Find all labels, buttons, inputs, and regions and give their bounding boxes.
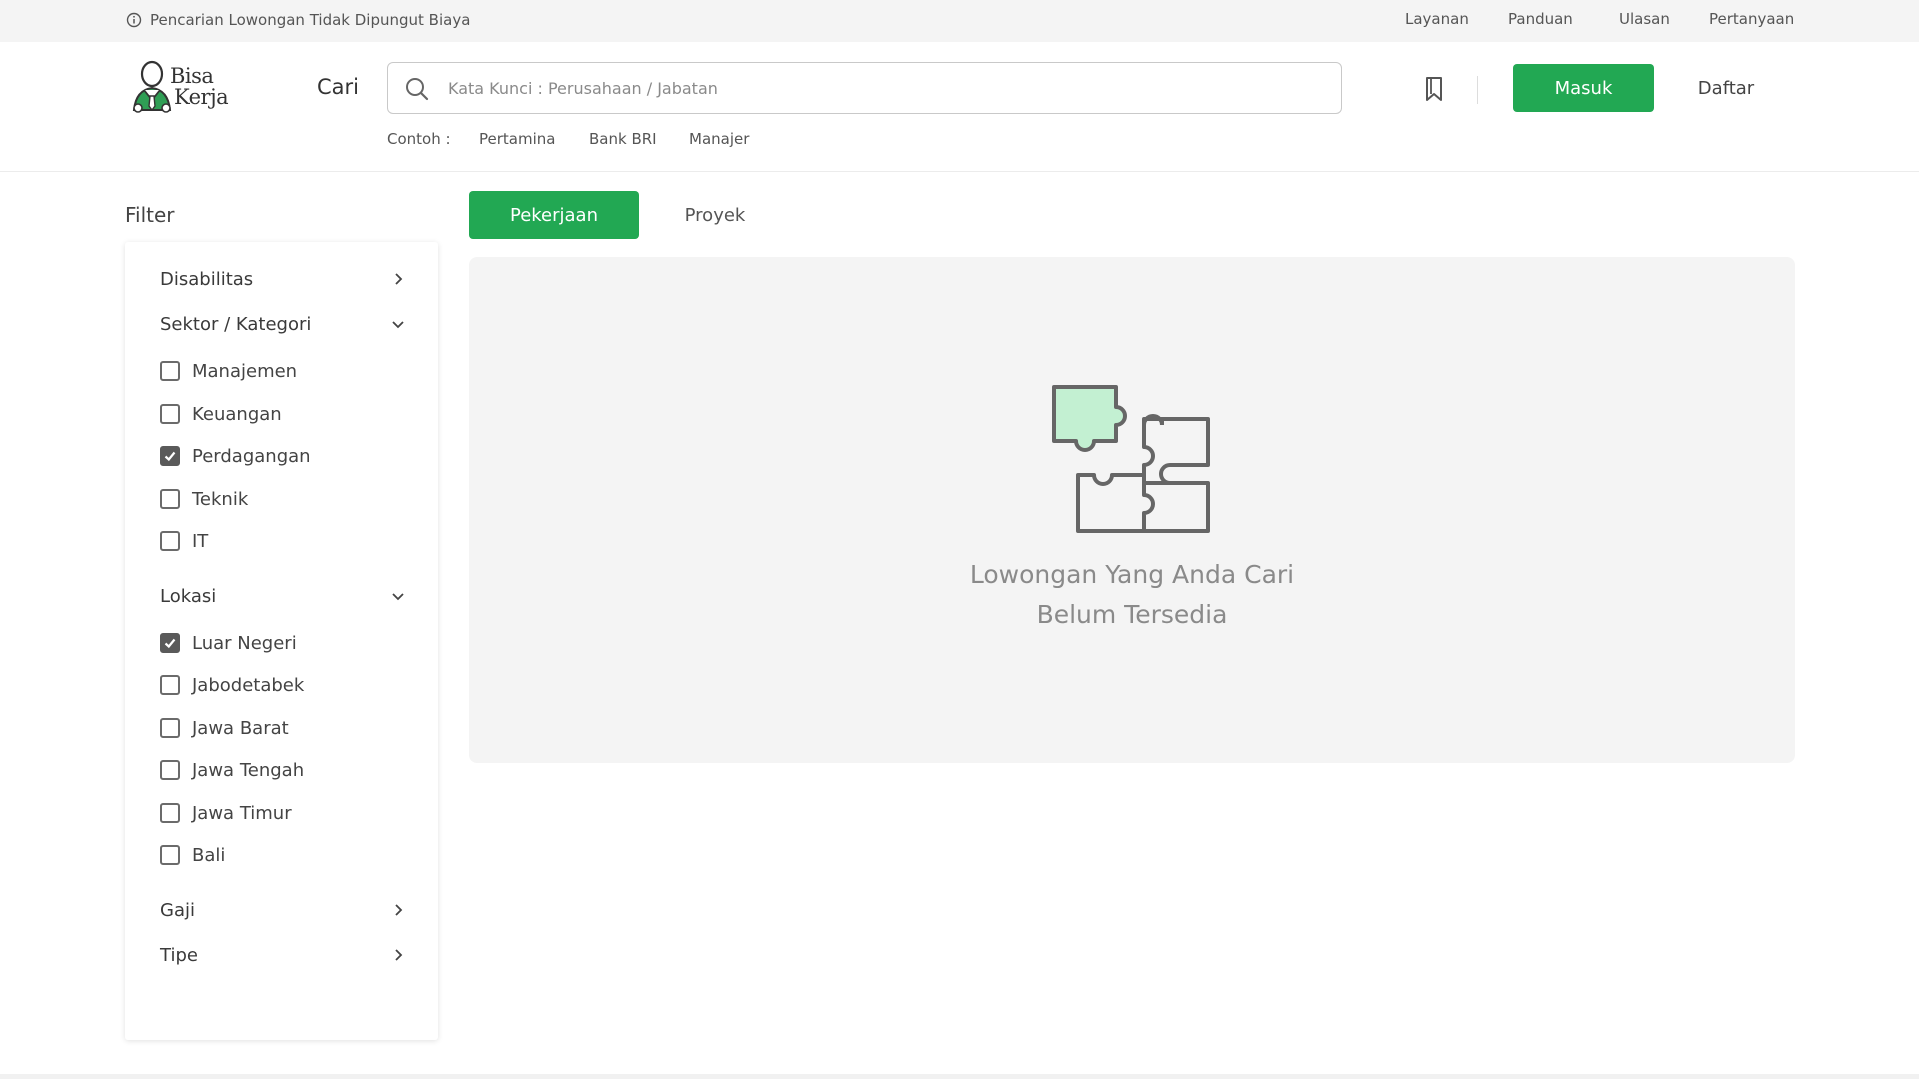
checkbox-label: Perdagangan [192,445,311,467]
filter-title: Filter [125,203,175,227]
filter-section-label: Sektor / Kategori [160,313,312,335]
login-button[interactable]: Masuk [1513,64,1654,112]
checkbox-bali[interactable]: Bali [160,842,225,868]
chevron-right-icon [395,949,403,961]
search-box[interactable] [387,62,1342,114]
chevron-right-icon [395,904,403,916]
checkbox-label: Manajemen [192,360,298,382]
checkbox-box-checked[interactable] [160,633,180,653]
checkbox-label: Luar Negeri [192,632,297,654]
checkbox-jabodetabek[interactable]: Jabodetabek [160,672,304,698]
checkbox-label: Jawa Barat [192,717,289,739]
search-label: Cari [317,75,359,99]
checkbox-label: Jabodetabek [192,674,305,696]
example-bank-bri[interactable]: Bank BRI [589,130,657,148]
checkbox-box[interactable] [160,404,180,424]
empty-message-line2: Belum Tersedia [1036,600,1228,629]
checkbox-label: Jawa Timur [192,802,292,824]
logo[interactable]: Bisa Kerja [130,60,240,122]
chevron-right-icon [395,273,403,285]
nav-ulasan[interactable]: Ulasan [1619,10,1670,28]
empty-state-panel: Lowongan Yang Anda Cari Belum Tersedia [469,257,1795,763]
logo-text: Bisa Kerja [170,64,229,109]
filter-section-gaji[interactable]: Gaji [160,896,405,924]
checkbox-label: Bali [192,844,226,866]
checkbox-label: IT [192,530,209,552]
checkbox-box-checked[interactable] [160,446,180,466]
search-input[interactable] [448,73,1308,103]
nav-pertanyaan[interactable]: Pertanyaan [1709,10,1794,28]
checkbox-label: Jawa Tengah [192,759,305,781]
header-divider [1477,76,1478,104]
top-info-bar: Pencarian Lowongan Tidak Dipungut Biaya … [0,0,1919,42]
nav-panduan[interactable]: Panduan [1508,10,1573,28]
chevron-down-icon [392,593,404,601]
bookmark-icon[interactable] [1423,76,1445,102]
checkbox-manajemen[interactable]: Manajemen [160,358,297,384]
filter-section-sektor[interactable]: Sektor / Kategori [160,310,405,338]
top-nav: Layanan Panduan Ulasan Pertanyaan [0,10,1919,30]
header: Bisa Kerja Cari Contoh : Pertamina Bank … [0,42,1919,172]
checkbox-perdagangan[interactable]: Perdagangan [160,443,311,469]
example-manajer[interactable]: Manajer [689,130,749,148]
filter-section-label: Tipe [160,944,198,966]
checkbox-jawa-tengah[interactable]: Jawa Tengah [160,757,304,783]
nav-layanan[interactable]: Layanan [1405,10,1469,28]
logo-text-line2: Kerja [174,85,229,109]
check-icon [164,451,176,462]
filter-section-label: Disabilitas [160,268,254,290]
checkbox-box[interactable] [160,489,180,509]
footer-divider [0,1074,1919,1079]
checkbox-box[interactable] [160,675,180,695]
checkbox-jawa-timur[interactable]: Jawa Timur [160,800,292,826]
filter-section-disabilitas[interactable]: Disabilitas [160,265,405,293]
empty-message-line1: Lowongan Yang Anda Cari [969,560,1295,589]
checkbox-label: Keuangan [192,403,282,425]
checkbox-it[interactable]: IT [160,528,208,554]
checkbox-box[interactable] [160,718,180,738]
checkbox-box[interactable] [160,531,180,551]
check-icon [164,638,176,649]
tab-proyek[interactable]: Proyek [660,191,770,239]
tab-pekerjaan[interactable]: Pekerjaan [469,191,639,239]
filter-section-label: Lokasi [160,585,217,607]
checkbox-box[interactable] [160,361,180,381]
chevron-down-icon [392,321,404,329]
checkbox-box[interactable] [160,803,180,823]
filter-section-tipe[interactable]: Tipe [160,941,405,969]
filter-section-label: Gaji [160,899,195,921]
checkbox-jawa-barat[interactable]: Jawa Barat [160,715,289,741]
examples-label: Contoh : [387,130,451,148]
checkbox-luar-negeri[interactable]: Luar Negeri [160,630,297,656]
example-pertamina[interactable]: Pertamina [479,130,555,148]
checkbox-label: Teknik [192,488,249,510]
checkbox-keuangan[interactable]: Keuangan [160,401,282,427]
puzzle-icon [1052,385,1210,533]
filter-panel: Disabilitas Sektor / Kategori Manajemen … [125,242,438,1040]
register-button[interactable]: Daftar [1676,64,1776,112]
search-icon [406,78,429,101]
checkbox-box[interactable] [160,760,180,780]
filter-section-lokasi[interactable]: Lokasi [160,582,405,610]
checkbox-box[interactable] [160,845,180,865]
logo-text-line1: Bisa [170,64,214,88]
checkbox-teknik[interactable]: Teknik [160,486,248,512]
